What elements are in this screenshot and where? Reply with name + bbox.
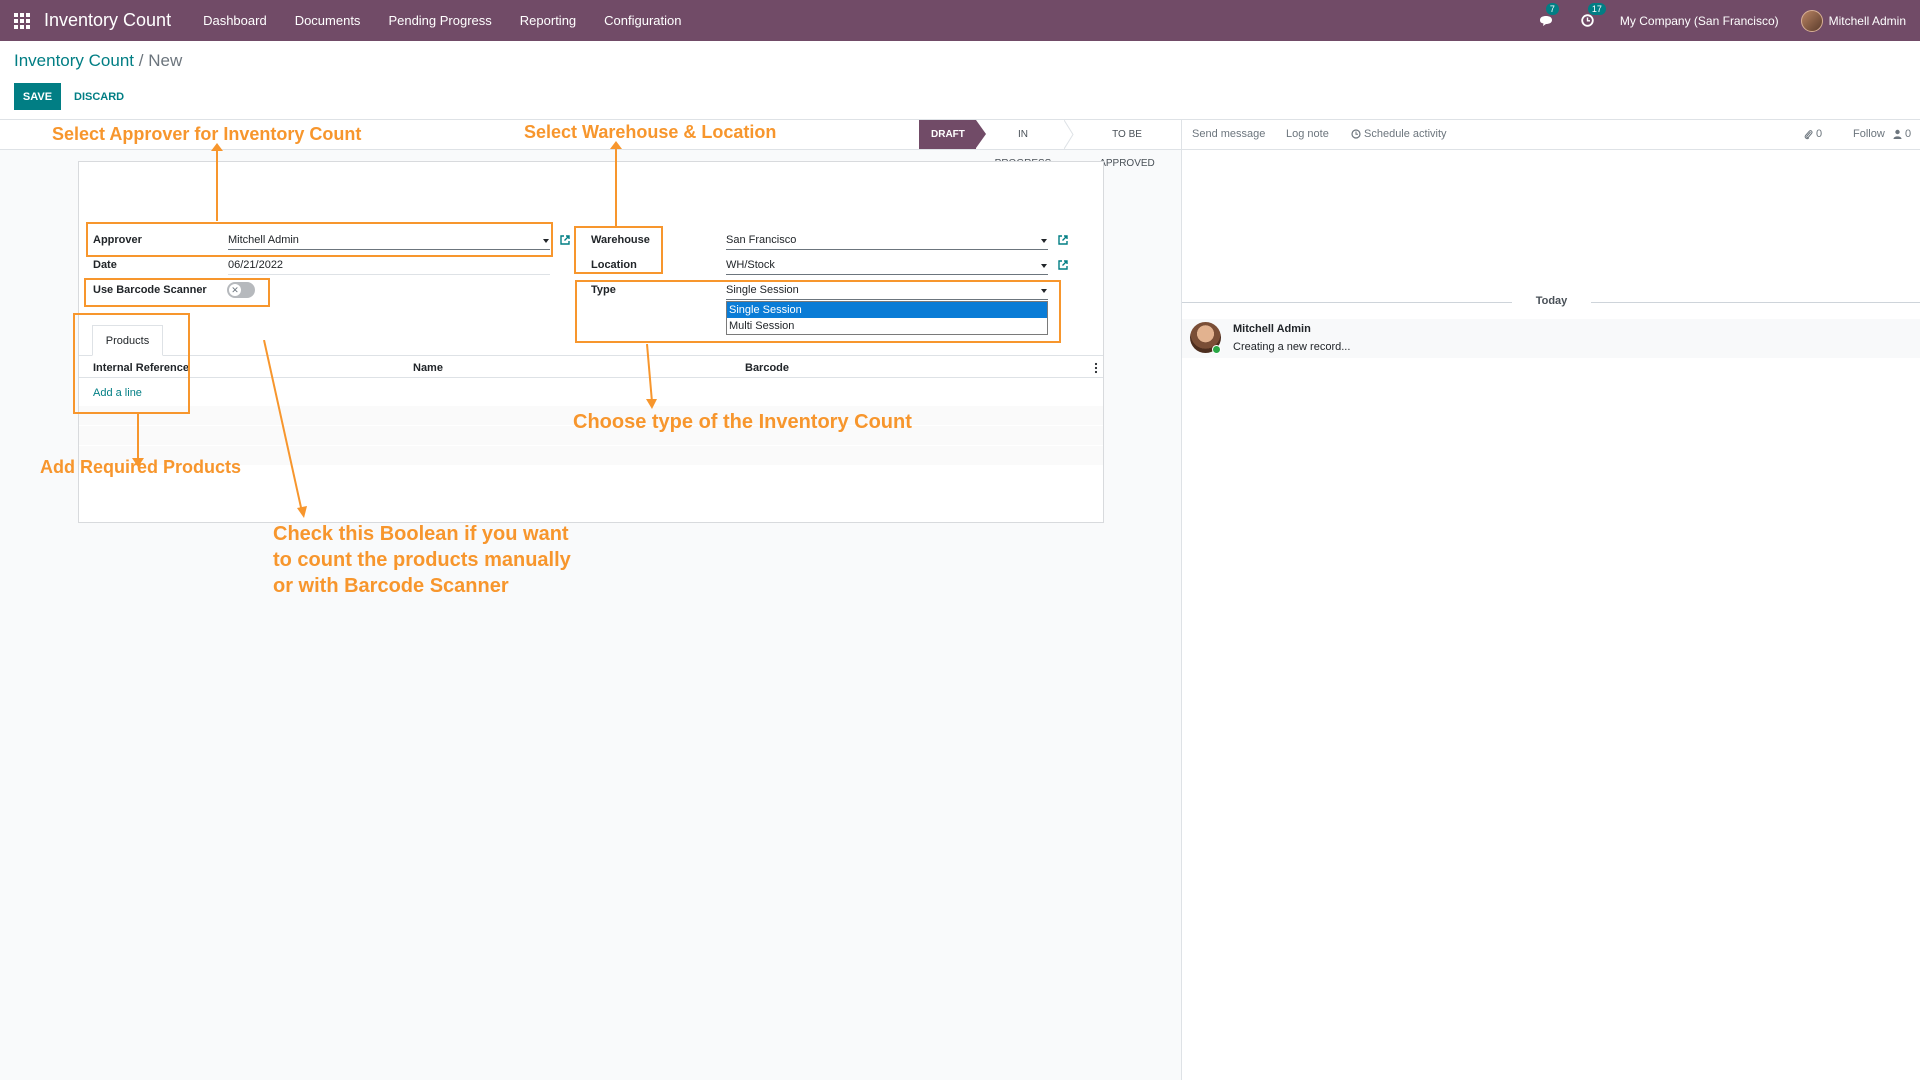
breadcrumb: Inventory Count / New (14, 51, 182, 71)
menu-dashboard[interactable]: Dashboard (189, 0, 281, 41)
paperclip-icon (1804, 129, 1813, 139)
main-menu: Dashboard Documents Pending Progress Rep… (189, 0, 695, 41)
chatter-message: Mitchell Admin Creating a new record... (1182, 319, 1920, 358)
annotation-box-warehouse (574, 226, 663, 274)
followers-count: 0 (1905, 128, 1912, 140)
save-button[interactable]: SAVE (14, 83, 61, 110)
message-body: Creating a new record... (1233, 341, 1351, 353)
discard-button[interactable]: DISCARD (66, 83, 132, 110)
schedule-activity-button[interactable]: Schedule activity (1351, 128, 1447, 140)
annotation-box-type (575, 280, 1061, 343)
menu-documents[interactable]: Documents (281, 0, 375, 41)
warehouse-field[interactable]: San Francisco (726, 233, 1048, 250)
stage-draft[interactable]: DRAFT (919, 120, 986, 149)
log-note-button[interactable]: Log note (1286, 128, 1329, 140)
date-field[interactable]: 06/21/2022 (228, 258, 550, 275)
attachments-button[interactable]: 0 (1804, 128, 1822, 140)
approver-external-link-icon[interactable] (559, 234, 571, 246)
location-value: WH/Stock (726, 259, 775, 271)
optional-columns-icon[interactable] (1093, 362, 1099, 374)
chatter-topbar: Send message Log note Schedule activity … (1182, 119, 1920, 150)
app-title[interactable]: Inventory Count (44, 10, 189, 31)
send-message-button[interactable]: Send message (1192, 128, 1265, 140)
arrow-up-icon (610, 141, 622, 149)
date-value: 06/21/2022 (228, 259, 284, 271)
menu-configuration[interactable]: Configuration (590, 0, 695, 41)
warehouse-value: San Francisco (726, 234, 797, 246)
chatter-panel: Send message Log note Schedule activity … (1181, 119, 1920, 1080)
annotation-barcode: Check this Boolean if you want to count … (273, 521, 571, 599)
annotation-arrow (216, 149, 218, 221)
stage-to-be-approved[interactable]: TO BE APPROVED (1074, 120, 1180, 169)
arrow-up-icon (211, 143, 223, 151)
annotation-arrow (615, 147, 617, 226)
date-separator-label: Today (1535, 295, 1568, 307)
column-name[interactable]: Name (413, 362, 443, 374)
menu-reporting[interactable]: Reporting (506, 0, 590, 41)
location-field[interactable]: WH/Stock (726, 258, 1048, 275)
online-status-icon (1212, 345, 1221, 354)
message-author[interactable]: Mitchell Admin (1233, 323, 1311, 335)
user-icon (1893, 129, 1902, 139)
top-navbar: Inventory Count Dashboard Documents Pend… (0, 0, 1920, 41)
location-external-link-icon[interactable] (1057, 259, 1069, 271)
stage-in-progress[interactable]: IN PROGRESS (980, 120, 1066, 169)
followers-button[interactable]: 0 (1893, 128, 1911, 140)
date-label: Date (93, 259, 117, 271)
warehouse-dropdown-icon[interactable] (1041, 239, 1047, 243)
stage-separator-icon (1064, 120, 1074, 149)
activities-badge: 17 (1587, 2, 1606, 15)
schedule-activity-label: Schedule activity (1364, 128, 1447, 140)
annotation-approver: Select Approver for Inventory Count (52, 124, 362, 144)
annotation-box-approver (86, 222, 553, 257)
user-menu[interactable]: Mitchell Admin (1800, 9, 1906, 32)
clock-icon (1351, 129, 1361, 139)
breadcrumb-parent[interactable]: Inventory Count (14, 51, 134, 70)
attachments-count: 0 (1816, 128, 1823, 140)
annotation-products: Add Required Products (40, 457, 242, 477)
location-dropdown-icon[interactable] (1041, 264, 1047, 268)
company-switcher[interactable]: My Company (San Francisco) (1620, 14, 1779, 28)
user-name: Mitchell Admin (1828, 13, 1906, 28)
annotation-barcode-line3: or with Barcode Scanner (273, 575, 509, 597)
annotation-arrow-type-svg (646, 344, 657, 409)
column-barcode[interactable]: Barcode (745, 362, 789, 374)
breadcrumb-current: New (148, 51, 183, 70)
apps-menu-icon[interactable] (0, 0, 44, 41)
messages-badge: 7 (1545, 2, 1559, 15)
date-separator: Today (1182, 295, 1920, 309)
user-avatar (1800, 9, 1823, 32)
menu-pending-progress[interactable]: Pending Progress (374, 0, 505, 41)
annotation-warehouse: Select Warehouse & Location (524, 122, 777, 142)
annotation-barcode-line2: to count the products manually (273, 549, 571, 571)
warehouse-external-link-icon[interactable] (1057, 234, 1069, 246)
follow-button[interactable]: Follow (1853, 128, 1885, 140)
annotation-barcode-line1: Check this Boolean if you want (273, 523, 569, 545)
annotation-type: Choose type of the Inventory Count (573, 411, 912, 433)
messages-icon[interactable]: 7 (1536, 2, 1559, 31)
activities-clock-icon[interactable]: 17 (1578, 2, 1606, 31)
annotation-box-barcode (84, 278, 270, 307)
systray: 7 17 My Company (San Francisco) Mitchell… (1536, 0, 1906, 41)
annotation-arrows-svg (132, 340, 307, 518)
breadcrumb-separator: / (138, 51, 144, 70)
